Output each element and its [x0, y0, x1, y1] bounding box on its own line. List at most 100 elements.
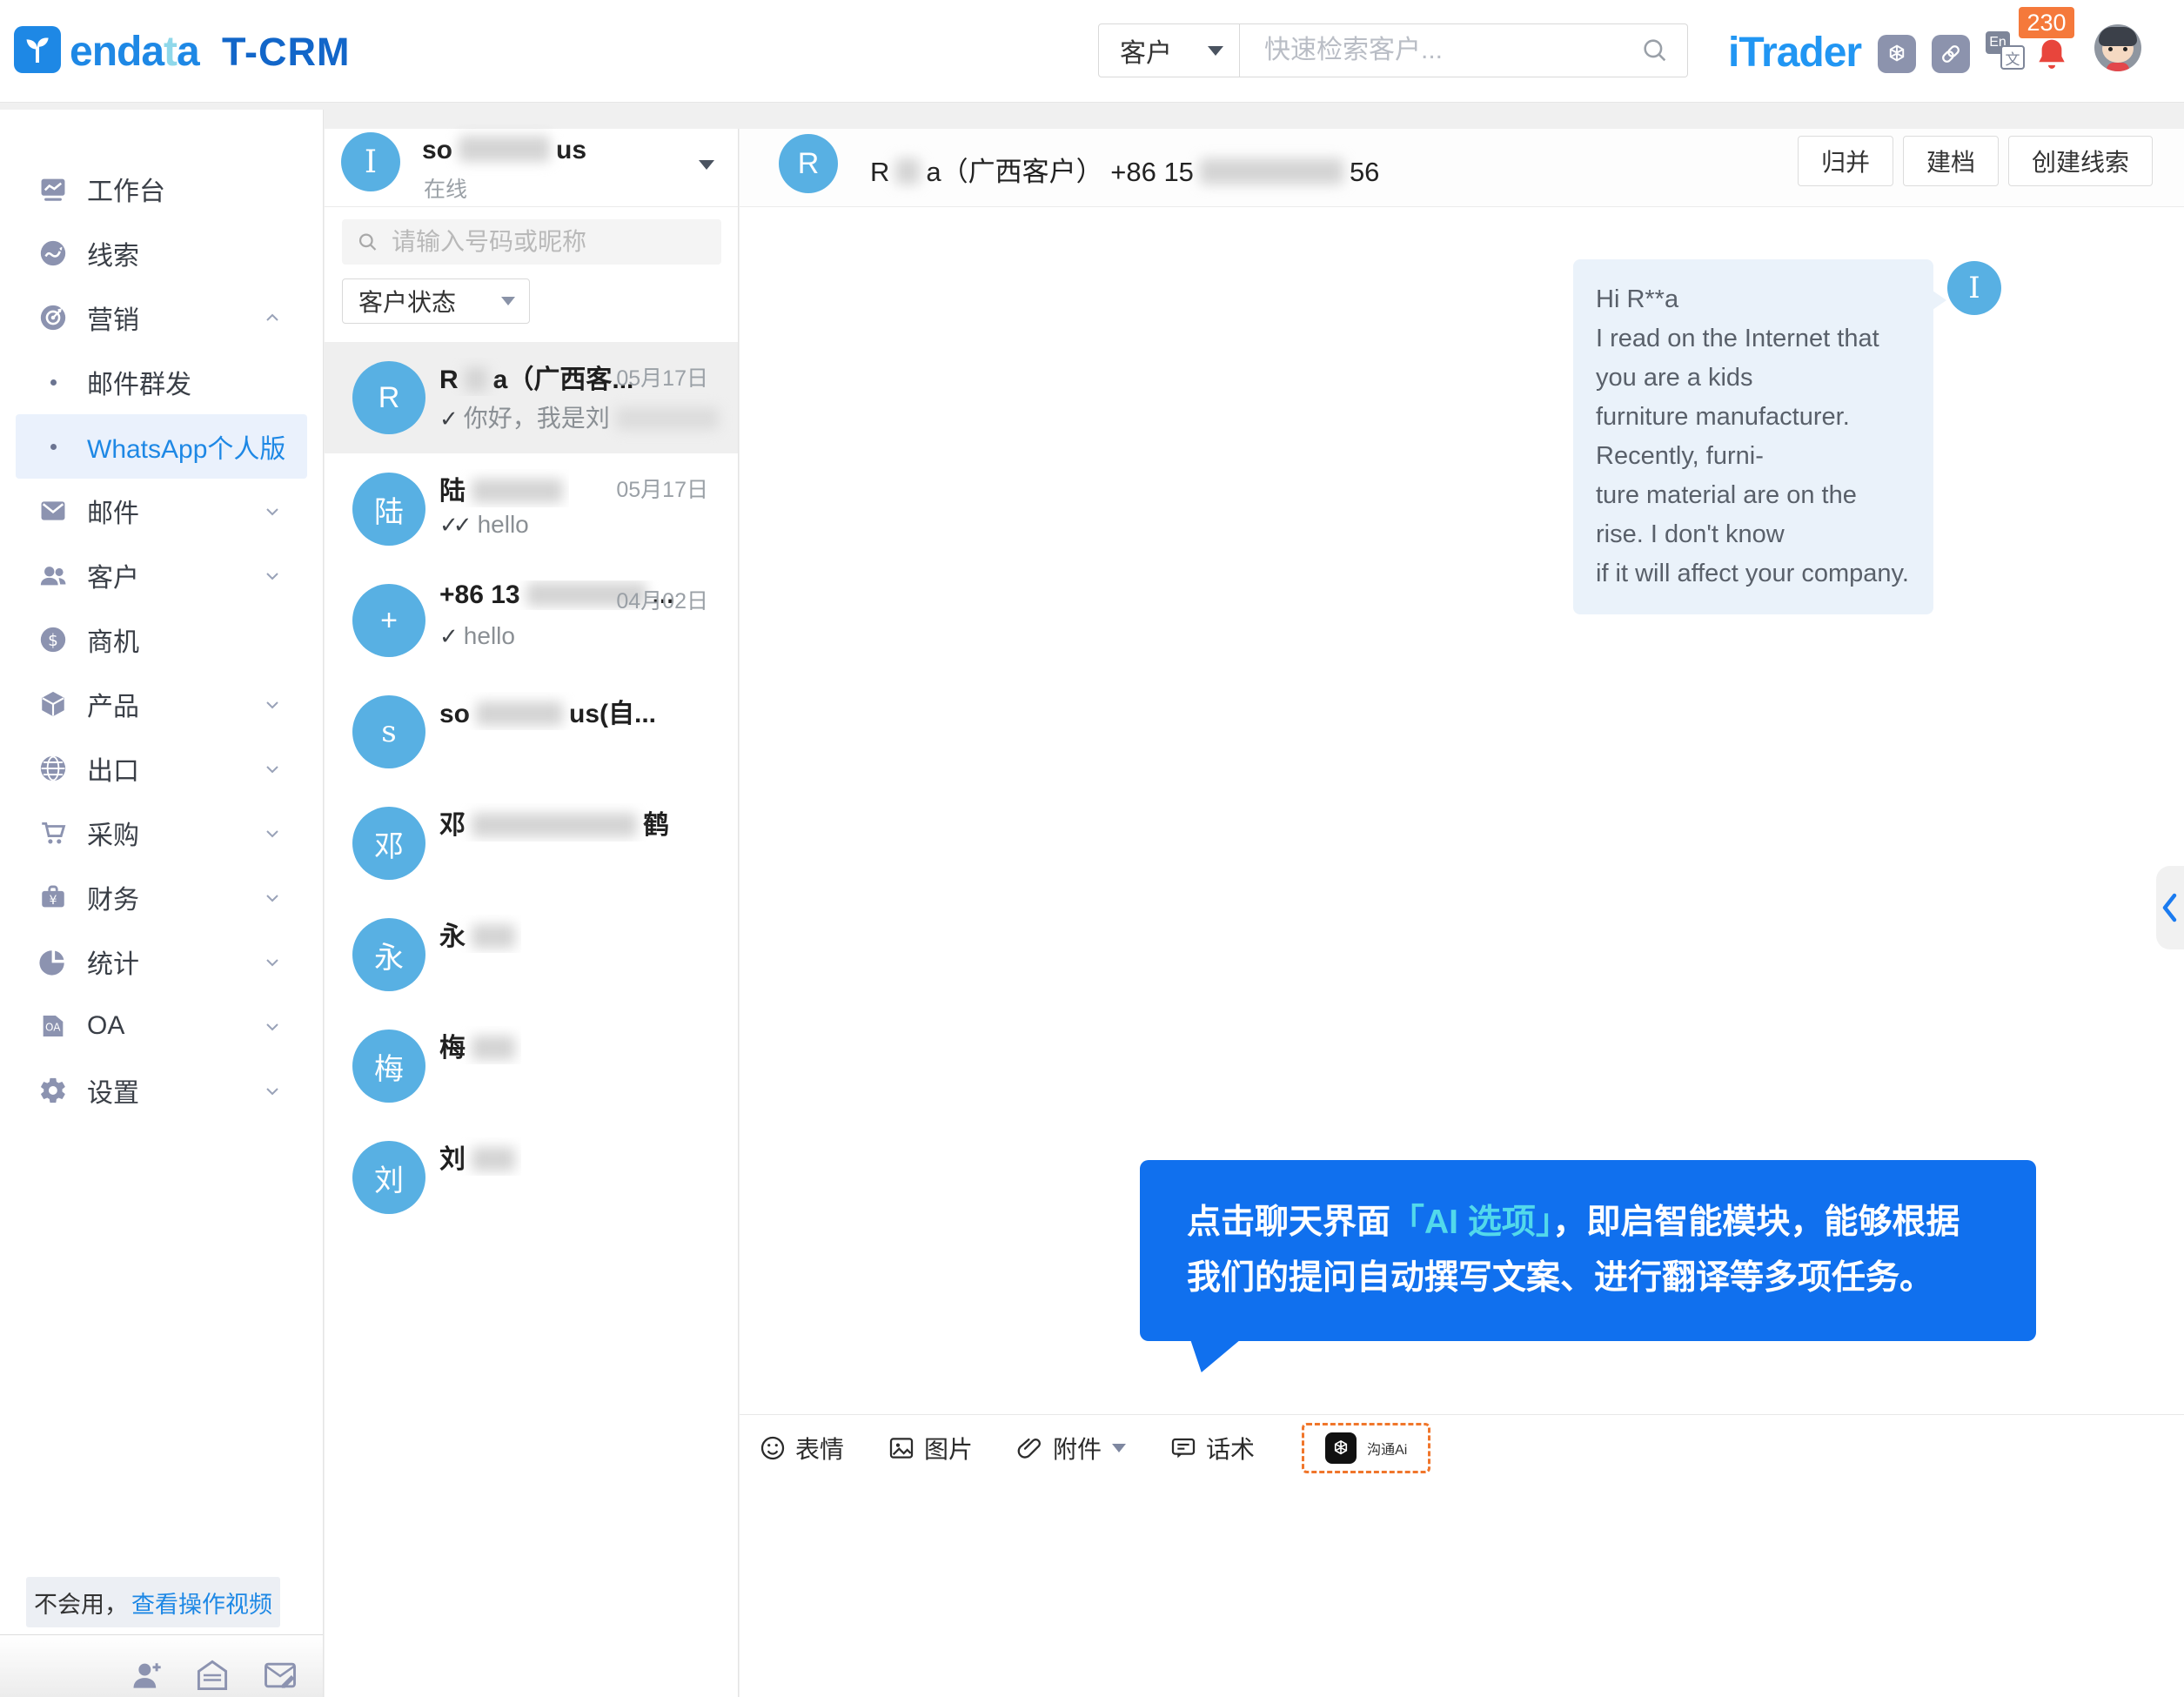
account-chevron-down-icon[interactable]	[699, 160, 714, 170]
global-search-input[interactable]	[1263, 35, 1640, 66]
conversation-item[interactable]: s so us(自...	[325, 676, 738, 788]
sidebar-menu: 工作台 线索营销邮件群发 WhatsApp个人版 邮件客户 $ 商机产品 出口 采购 ¥ 财务 统计…	[0, 110, 323, 1123]
ai-feature-callout: 点击聊天界面「AI 选项」，即启智能模块，能够根据我们的提问自动撰写文案、进行翻…	[1140, 1160, 2036, 1372]
sidebar-item-label: 营销	[87, 306, 139, 335]
settings-icon	[38, 1076, 68, 1105]
sidebar-item-营销[interactable]: 营销	[16, 285, 307, 350]
image-button[interactable]: 图片	[888, 1431, 973, 1466]
callout-tail	[1190, 1339, 1241, 1372]
finance-icon: ¥	[38, 882, 68, 912]
sidebar-item-出口[interactable]: 出口	[16, 736, 307, 801]
merge-button[interactable]: 归并	[1797, 136, 1893, 186]
sidebar-item-统计[interactable]: 统计	[16, 929, 307, 994]
chat-panel: R Ra（广西客户） +86 15 56 归并 建档 创建线索 Hi R**a I re…	[740, 129, 2184, 1697]
contact-search	[342, 219, 721, 265]
conversation-name: 梅	[439, 1026, 521, 1064]
conversation-avatar: 永	[352, 918, 425, 991]
sidebar-item-OA[interactable]: OA OA	[16, 994, 307, 1058]
sidebar-item-WhatsApp个人版[interactable]: WhatsApp个人版	[16, 414, 307, 479]
sidebar-item-label: WhatsApp个人版	[87, 435, 286, 464]
sidebar-item-财务[interactable]: ¥ 财务	[16, 865, 307, 929]
conversation-avatar: 梅	[352, 1030, 425, 1103]
collapse-chevron-icon	[2162, 893, 2177, 922]
itrader-logo[interactable]: iTrader	[1728, 29, 1862, 77]
chevron-down-icon	[266, 830, 278, 838]
sidebar-item-客户[interactable]: 客户	[16, 543, 307, 607]
bubble-tail	[1933, 291, 1946, 310]
message-line: ture material are on the rise. I don't k…	[1596, 481, 1857, 548]
conversation-name: 陆	[439, 469, 569, 507]
message-line: furniture manufacturer. Recently, furni-	[1596, 403, 1850, 470]
emoji-button[interactable]: 表情	[759, 1431, 844, 1466]
sidebar-item-线索[interactable]: 线索	[16, 221, 307, 285]
tendata-logo-icon	[14, 26, 61, 73]
marketing-icon	[38, 303, 68, 332]
chevron-down-icon	[266, 1088, 278, 1096]
message-sender-avatar: I	[1947, 261, 2001, 315]
compose-mail-icon[interactable]	[261, 1656, 299, 1694]
sidebar-item-采购[interactable]: 采购	[16, 801, 307, 865]
watch-video-link[interactable]: 查看操作视频	[131, 1586, 272, 1620]
message-line: I read on the Internet that you are a ki…	[1596, 325, 1879, 392]
conversation-item[interactable]: 永永	[325, 899, 738, 1010]
search-icon[interactable]	[1640, 36, 1670, 65]
sidebar-item-设置[interactable]: 设置	[16, 1058, 307, 1123]
conversation-name: so us(自...	[439, 700, 657, 728]
attachment-button[interactable]: 附件	[1016, 1431, 1127, 1466]
whatsapp-account-header[interactable]: I so us 在线	[325, 129, 738, 207]
global-search	[1240, 23, 1688, 77]
conversation-name: 刘	[439, 1137, 521, 1176]
sidebar-item-商机[interactable]: $ 商机	[16, 607, 307, 672]
stats-icon	[38, 947, 68, 976]
bell-icon[interactable]	[2033, 35, 2071, 79]
sidebar-item-label: 邮件	[87, 500, 139, 528]
leads-icon	[38, 238, 68, 268]
collapse-panel-toggle[interactable]	[2156, 866, 2184, 949]
attachment-chevron-down-icon	[1112, 1443, 1127, 1452]
purchase-icon	[38, 818, 68, 848]
sidebar-item-工作台[interactable]: 工作台	[16, 157, 307, 221]
conversation-date: 05月17日	[616, 366, 708, 391]
paperclip-icon	[1017, 1438, 1042, 1459]
sidebar-item-邮件群发[interactable]: 邮件群发	[16, 350, 307, 414]
svg-text:$: $	[48, 632, 58, 650]
sidebar-item-label: 客户	[87, 564, 139, 593]
brand-wordmark: endata	[70, 29, 200, 75]
create-lead-button[interactable]: 创建线索	[2007, 136, 2153, 186]
oa-icon: OA	[38, 1011, 68, 1041]
open-mail-icon[interactable]	[193, 1656, 231, 1694]
sidebar-item-产品[interactable]: 产品	[16, 672, 307, 736]
conversation-avatar: 刘	[352, 1141, 425, 1214]
emoji-icon	[760, 1436, 785, 1459]
user-avatar[interactable]	[2094, 24, 2141, 71]
chevron-down-icon	[266, 959, 278, 967]
link-icon[interactable]	[1932, 35, 1970, 73]
chatgpt-icon[interactable]	[1878, 35, 1916, 73]
search-category-select[interactable]: 客户	[1098, 23, 1240, 77]
chevron-down-icon	[266, 701, 278, 709]
conversation-item[interactable]: 邓邓鹤	[325, 788, 738, 899]
conversation-item[interactable]: 梅梅	[325, 1010, 738, 1122]
conversation-item[interactable]: 刘刘	[325, 1122, 738, 1233]
conversation-item[interactable]: R Ra（广西客... 05月17日 ✓ 你好，我是刘	[325, 342, 738, 453]
customer-status-select[interactable]: 客户状态	[342, 278, 530, 324]
double-check-icon: ✓✓	[439, 512, 472, 538]
conversation-preview: ✓ hello	[439, 622, 515, 649]
conversation-item[interactable]: + +86 13... 04月02日 ✓ hello	[325, 565, 738, 676]
sidebar-item-label: 设置	[87, 1079, 139, 1108]
archive-button[interactable]: 建档	[1902, 136, 1999, 186]
sidebar-item-邮件[interactable]: 邮件	[16, 479, 307, 543]
communicate-ai-button[interactable]: 沟通Ai	[1302, 1422, 1431, 1473]
contact-name: Ra（广西客户） +86 15 56	[870, 157, 1380, 187]
script-button[interactable]: 话术	[1169, 1431, 1255, 1466]
top-header: endata T-CRM 客户 iTrader	[0, 0, 2184, 103]
add-contact-icon[interactable]	[129, 1656, 167, 1694]
ai-option-highlight: 「AI 选项」	[1390, 1204, 1553, 1241]
bullet-dot	[38, 432, 68, 461]
sidebar-item-label: 商机	[87, 628, 139, 657]
bullet-dot	[38, 367, 68, 397]
contact-search-input[interactable]	[390, 227, 707, 257]
conversation-item[interactable]: 陆陆 05月17日 ✓✓ hello	[325, 453, 738, 565]
image-icon	[889, 1437, 914, 1459]
message-line: Hi R**a	[1596, 285, 1679, 313]
